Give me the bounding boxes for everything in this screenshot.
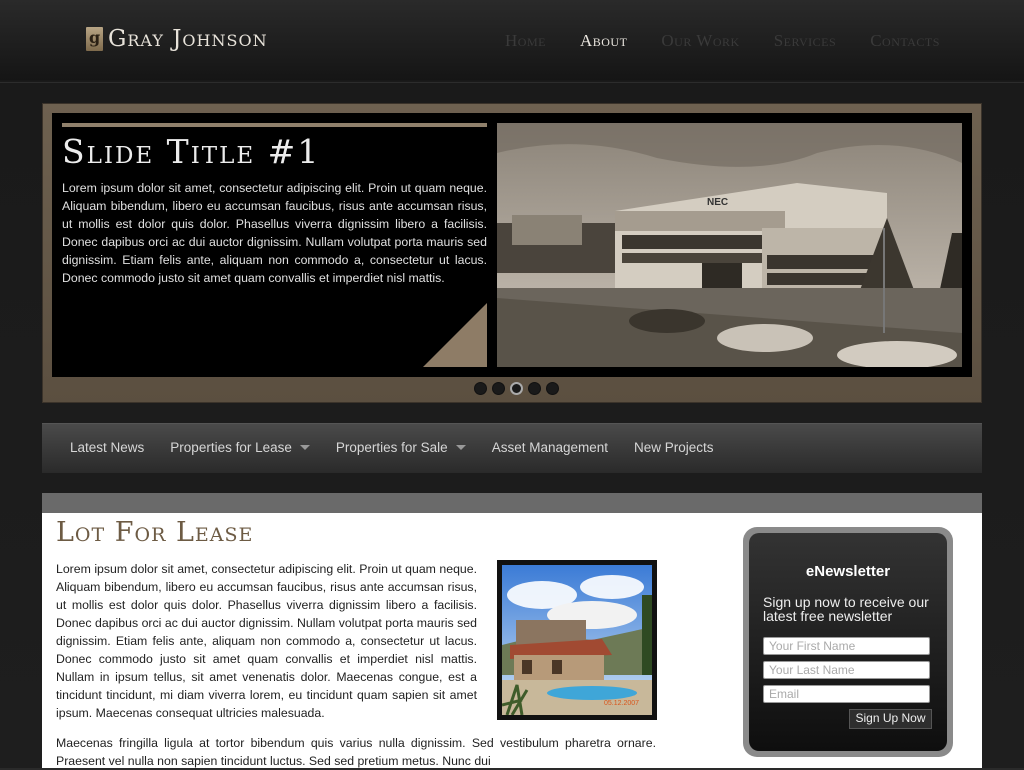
slide-divider: [62, 123, 487, 127]
slider-dot-2[interactable]: [492, 382, 505, 395]
nav-home[interactable]: Home: [505, 31, 546, 51]
email-input[interactable]: Email: [763, 685, 930, 703]
catnav-label: Properties for Sale: [335, 440, 448, 455]
property-thumbnail[interactable]: 05.12.2007: [497, 560, 657, 720]
first-name-input[interactable]: Your First Name: [763, 637, 930, 655]
nav-services[interactable]: Services: [774, 31, 837, 51]
category-navigation: Latest News Properties for Lease Propert…: [42, 423, 982, 473]
slider-dot-5[interactable]: [546, 382, 559, 395]
catnav-label: Latest News: [70, 440, 145, 455]
logo-mark-icon: [86, 27, 103, 51]
site-header: Gray Johnson Home About Our Work Service…: [0, 0, 1024, 83]
catnav-new-projects[interactable]: New Projects: [634, 440, 714, 455]
slider-dot-3[interactable]: [510, 382, 523, 395]
top-navigation: Home About Our Work Services Contacts: [505, 31, 974, 51]
sign-up-button[interactable]: Sign Up Now: [849, 709, 932, 729]
chevron-down-icon: [299, 445, 310, 450]
photo-date-stamp: 05.12.2007: [604, 700, 639, 707]
content-paragraph-2: Maecenas fringilla ligula at tortor bibe…: [56, 736, 656, 768]
slide-body: Lorem ipsum dolor sit amet, consectetur …: [62, 181, 487, 285]
main-content: Lot For Lease Lorem ipsum dolor sit amet…: [42, 493, 982, 768]
brand-name: Gray Johnson: [108, 26, 268, 52]
last-name-input[interactable]: Your Last Name: [763, 661, 930, 679]
slide-panel: Slide Title #1 Lorem ipsum dolor sit ame…: [52, 113, 972, 377]
catnav-label: Asset Management: [491, 440, 608, 455]
newsletter-description: Sign up now to receive our latest free n…: [763, 594, 929, 624]
nav-about[interactable]: About: [580, 31, 627, 51]
page-title: Lot For Lease: [56, 517, 254, 548]
catnav-properties-for-lease[interactable]: Properties for Lease: [170, 440, 310, 455]
catnav-label: New Projects: [634, 440, 714, 455]
house-photo: 05.12.2007: [502, 565, 652, 715]
slider-dot-1[interactable]: [474, 382, 487, 395]
nav-contacts[interactable]: Contacts: [870, 31, 940, 51]
catnav-latest-news[interactable]: Latest News: [70, 440, 144, 455]
content-header-band: [42, 493, 982, 513]
catnav-label: Properties for Lease: [170, 440, 292, 455]
slide-photo[interactable]: NEC: [497, 123, 962, 367]
newsletter-title: eNewsletter: [805, 563, 891, 580]
featured-slider: Slide Title #1 Lorem ipsum dolor sit ame…: [42, 103, 982, 403]
office-building-photo: NEC: [497, 123, 962, 367]
slider-dot-4[interactable]: [528, 382, 541, 395]
nav-our-work[interactable]: Our Work: [661, 31, 739, 51]
site-logo[interactable]: Gray Johnson: [86, 26, 268, 52]
newsletter-box: eNewsletter Sign up now to receive our l…: [743, 527, 953, 757]
slide-caption: Slide Title #1 Lorem ipsum dolor sit ame…: [62, 123, 487, 367]
catnav-asset-management[interactable]: Asset Management: [492, 440, 608, 455]
slide-title: Slide Title #1: [62, 132, 321, 171]
photo-building-sign: NEC: [707, 197, 728, 208]
slider-pagination: [474, 382, 564, 395]
catnav-properties-for-sale[interactable]: Properties for Sale: [336, 440, 466, 455]
content-paragraph-1: Lorem ipsum dolor sit amet, consectetur …: [56, 562, 477, 720]
chevron-down-icon: [455, 445, 466, 450]
slide-corner-decoration: [423, 303, 487, 367]
